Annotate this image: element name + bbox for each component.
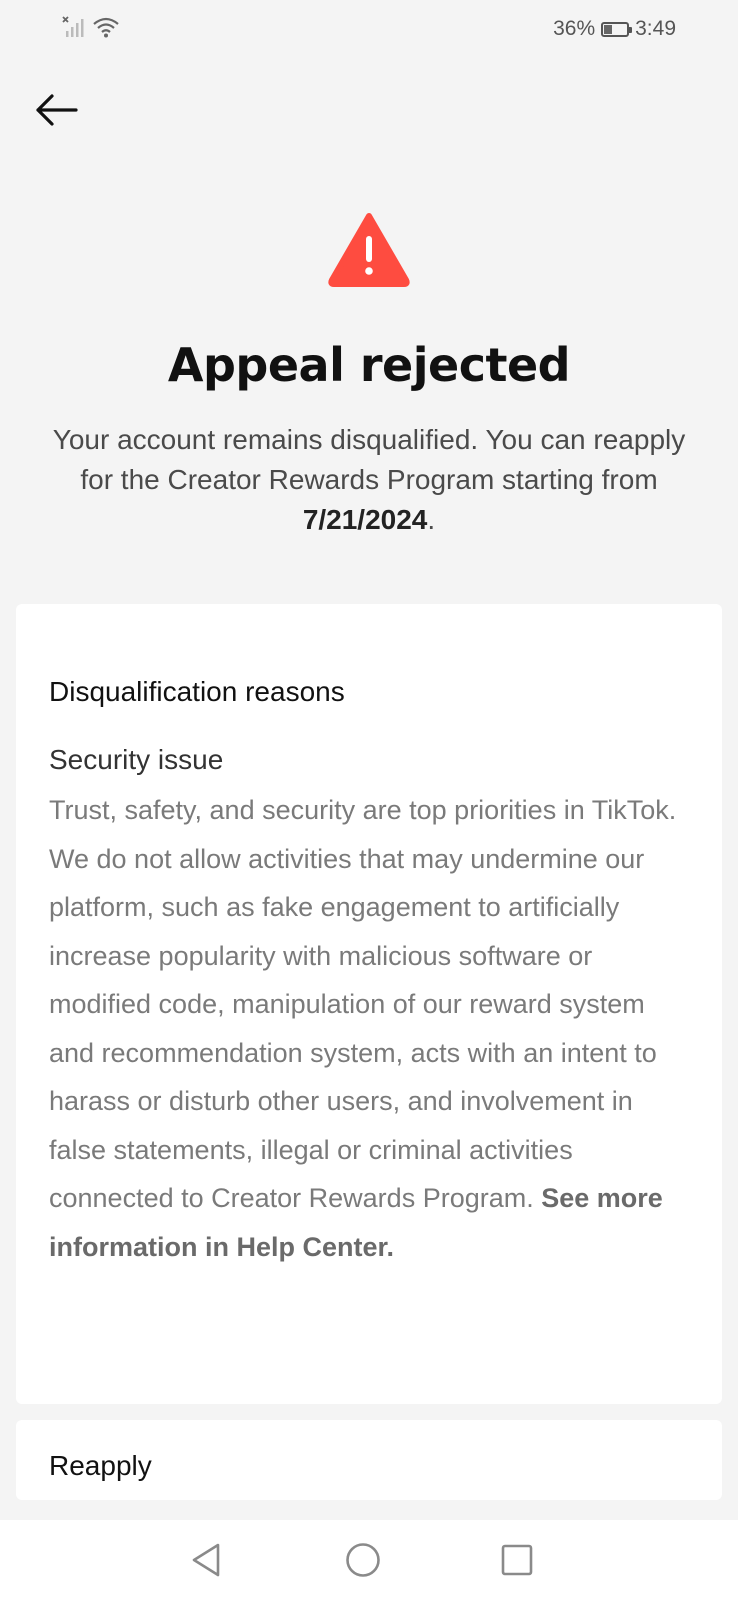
reapply-card: Reapply: [16, 1420, 722, 1500]
back-triangle-icon: [192, 1543, 220, 1577]
result-hero: Appeal rejected Your account remains dis…: [0, 210, 738, 540]
system-nav-bar: [0, 1520, 738, 1600]
subtitle-text: Your account remains disqualified. You c…: [52, 424, 686, 495]
nav-home-button[interactable]: [343, 1540, 383, 1580]
recents-square-icon: [501, 1544, 533, 1576]
reason-title: Security issue: [49, 744, 224, 775]
section-heading: Disqualification reasons: [49, 676, 345, 707]
reapply-heading: Reapply: [49, 1450, 152, 1481]
reason-description: Trust, safety, and security are top prio…: [49, 786, 690, 1271]
no-signal-icon: [62, 16, 84, 37]
nav-recents-button[interactable]: [497, 1540, 537, 1580]
home-circle-icon: [346, 1543, 380, 1577]
status-bar: 36% 3:49: [0, 0, 738, 60]
battery-icon: [601, 21, 633, 37]
battery-fill: [604, 24, 613, 34]
arrow-left-icon: [36, 94, 78, 126]
clock: 3:49: [635, 17, 676, 40]
nav-back-button[interactable]: [186, 1540, 226, 1580]
warning-triangle-icon: [328, 213, 410, 287]
back-button[interactable]: [34, 90, 80, 130]
battery-percent: 36%: [553, 17, 596, 40]
page-subtitle: Your account remains disqualified. You c…: [49, 420, 689, 540]
reapply-date: 7/21/2024: [302, 504, 428, 535]
wifi-icon: [93, 17, 119, 38]
status-icons-right: 36% 3:49: [553, 17, 676, 41]
page-title: Appeal rejected: [167, 338, 571, 392]
subtitle-period: .: [427, 504, 436, 535]
reason-body-text: Trust, safety, and security are top prio…: [49, 795, 677, 1213]
disqualification-reasons-card: Disqualification reasons Security issue …: [16, 604, 722, 1404]
status-icons-left: [62, 16, 120, 38]
